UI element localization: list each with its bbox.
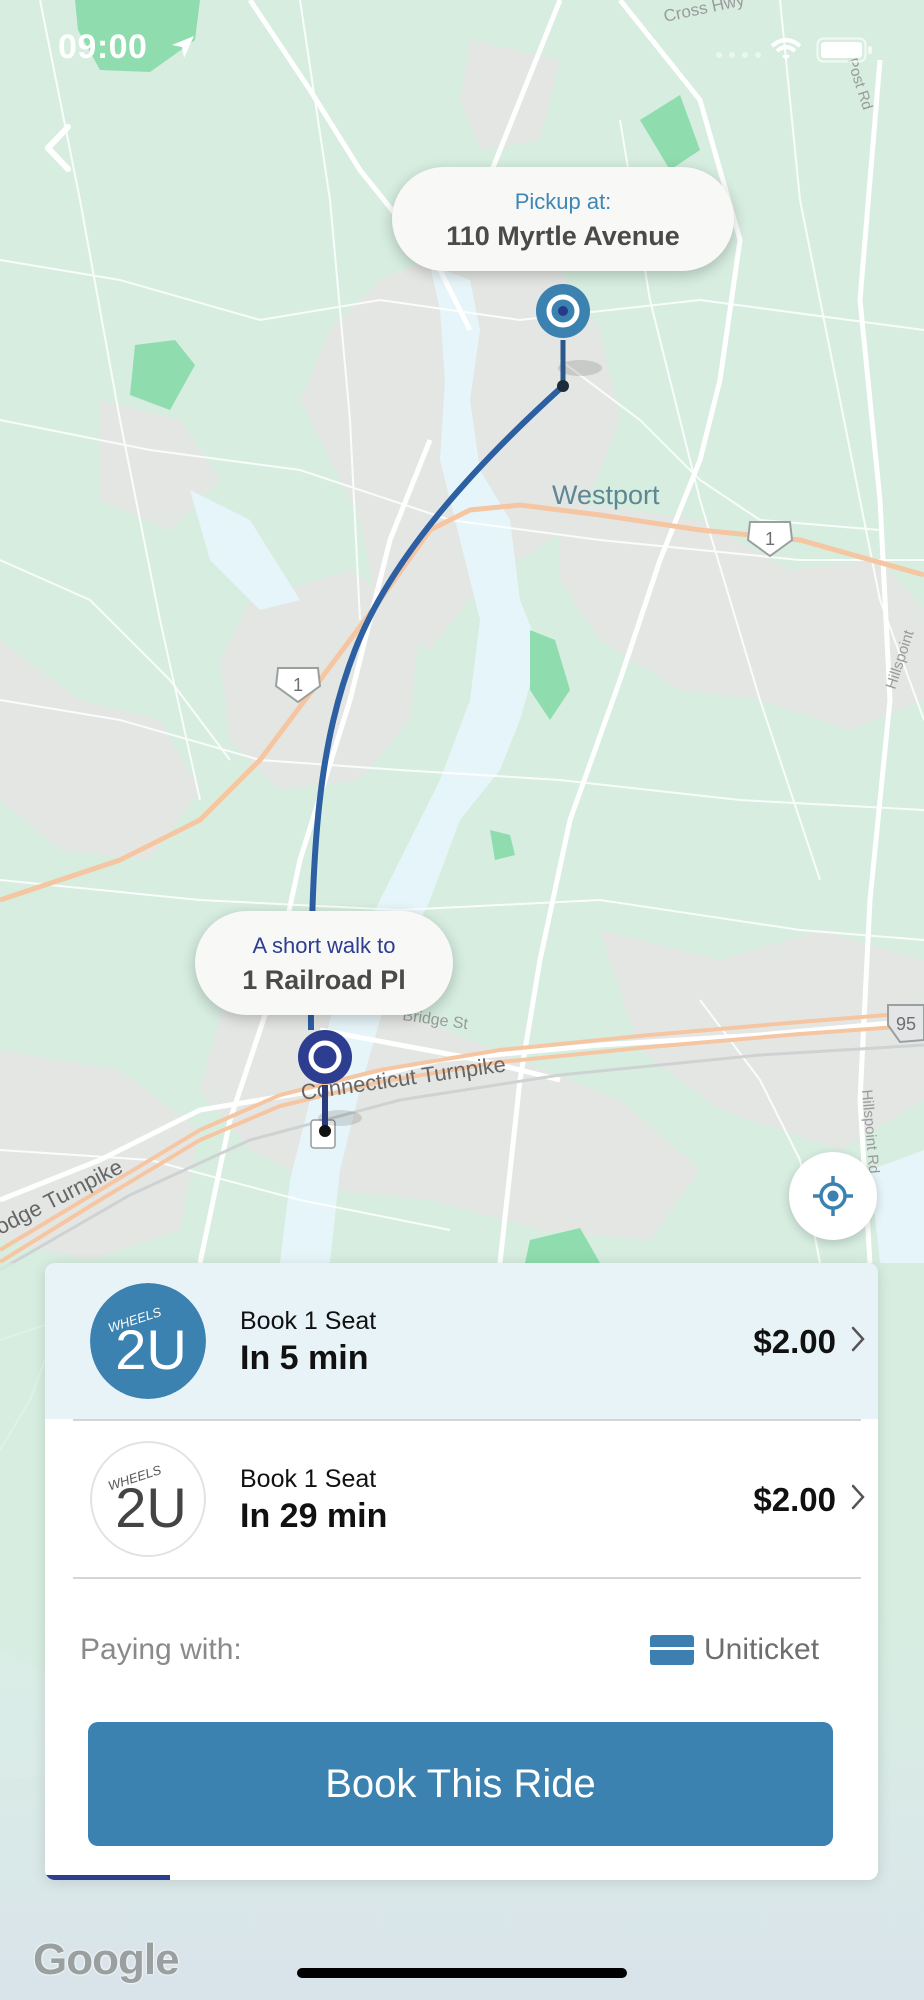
price-label: $2.00 xyxy=(753,1481,836,1518)
book-this-ride-button[interactable]: Book This Ride xyxy=(88,1722,833,1846)
eta-label: In 5 min xyxy=(240,1339,369,1377)
battery-icon xyxy=(816,37,872,63)
dropoff-callout-label: A short walk to xyxy=(252,933,396,958)
pickup-callout-address: 110 Myrtle Avenue xyxy=(446,221,680,251)
chevron-right-icon xyxy=(851,1326,865,1352)
status-time: 09:00 xyxy=(58,28,148,66)
eta-label: In 29 min xyxy=(240,1497,388,1535)
loading-progress-fill xyxy=(45,1875,170,1880)
dropoff-callout[interactable]: A short walk to 1 Railroad Pl xyxy=(195,911,453,1015)
ride-option-5-min[interactable]: WHEELS 2U Book 1 Seat In 5 min $2.00 xyxy=(45,1263,878,1419)
pickup-callout-label: Pickup at: xyxy=(514,189,612,214)
svg-text:1: 1 xyxy=(765,529,775,549)
status-bar: 09:00 xyxy=(0,0,924,100)
chevron-left-icon xyxy=(45,124,71,172)
loading-progress-bar xyxy=(45,1875,878,1880)
google-logo: Google xyxy=(33,1935,180,1984)
wheels2u-logo-icon: WHEELS 2U xyxy=(90,1283,206,1399)
map-label-westport: Westport xyxy=(552,480,660,510)
location-arrow-icon xyxy=(172,36,194,58)
signal-dots-icon xyxy=(716,52,761,58)
svg-text:2U: 2U xyxy=(115,1476,187,1539)
chevron-right-icon xyxy=(851,1484,865,1510)
pickup-callout[interactable]: Pickup at: 110 Myrtle Avenue xyxy=(392,167,734,271)
wifi-icon xyxy=(770,38,802,60)
svg-text:1: 1 xyxy=(293,675,303,695)
my-location-button[interactable] xyxy=(789,1152,877,1240)
divider xyxy=(73,1577,861,1579)
price-label: $2.00 xyxy=(753,1323,836,1360)
crosshair-locate-icon xyxy=(813,1176,853,1216)
svg-text:95: 95 xyxy=(896,1014,916,1034)
home-indicator[interactable] xyxy=(297,1968,627,1978)
dropoff-callout-address: 1 Railroad Pl xyxy=(242,965,406,995)
svg-text:2U: 2U xyxy=(115,1318,187,1381)
back-button[interactable] xyxy=(30,115,86,181)
booking-sheet: WHEELS 2U Book 1 Seat In 5 min $2.00 WHE… xyxy=(45,1263,878,1880)
ride-option-29-min[interactable]: WHEELS 2U Book 1 Seat In 29 min $2.00 xyxy=(45,1421,878,1577)
seat-count-label: Book 1 Seat xyxy=(240,1307,377,1335)
card-icon xyxy=(650,1635,694,1665)
paying-with-label: Paying with: xyxy=(80,1633,242,1666)
payment-method[interactable]: Uniticket xyxy=(704,1633,819,1667)
wheels2u-logo-icon: WHEELS 2U xyxy=(90,1441,206,1557)
seat-count-label: Book 1 Seat xyxy=(240,1465,377,1493)
